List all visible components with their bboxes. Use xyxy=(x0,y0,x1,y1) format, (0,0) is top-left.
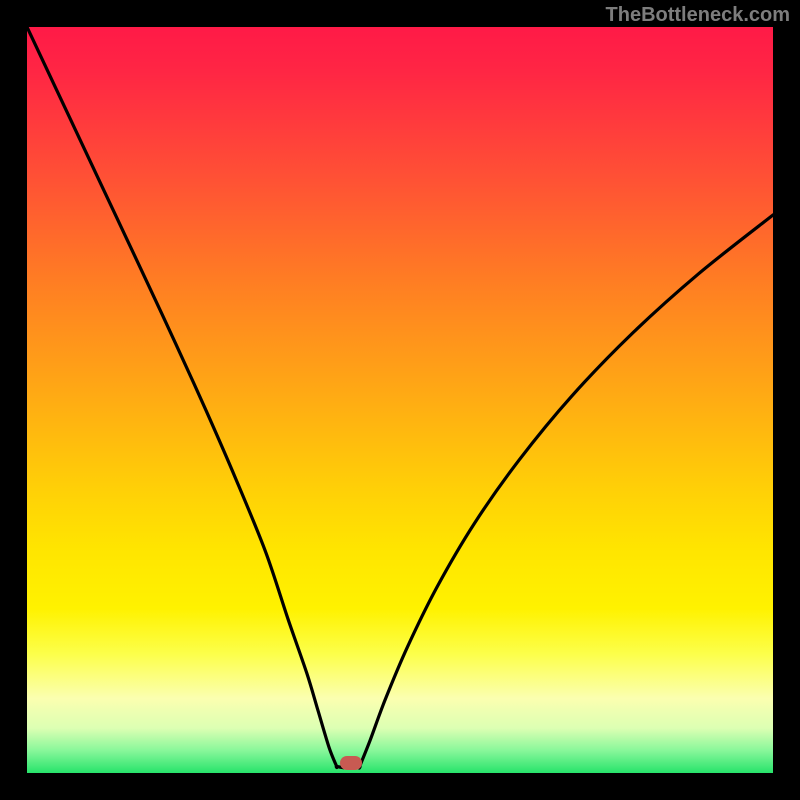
plot-area xyxy=(27,27,773,773)
minimum-marker xyxy=(340,756,362,770)
bottleneck-curve xyxy=(27,27,773,773)
watermark-text: TheBottleneck.com xyxy=(606,4,790,27)
chart-frame: TheBottleneck.com xyxy=(0,0,800,800)
